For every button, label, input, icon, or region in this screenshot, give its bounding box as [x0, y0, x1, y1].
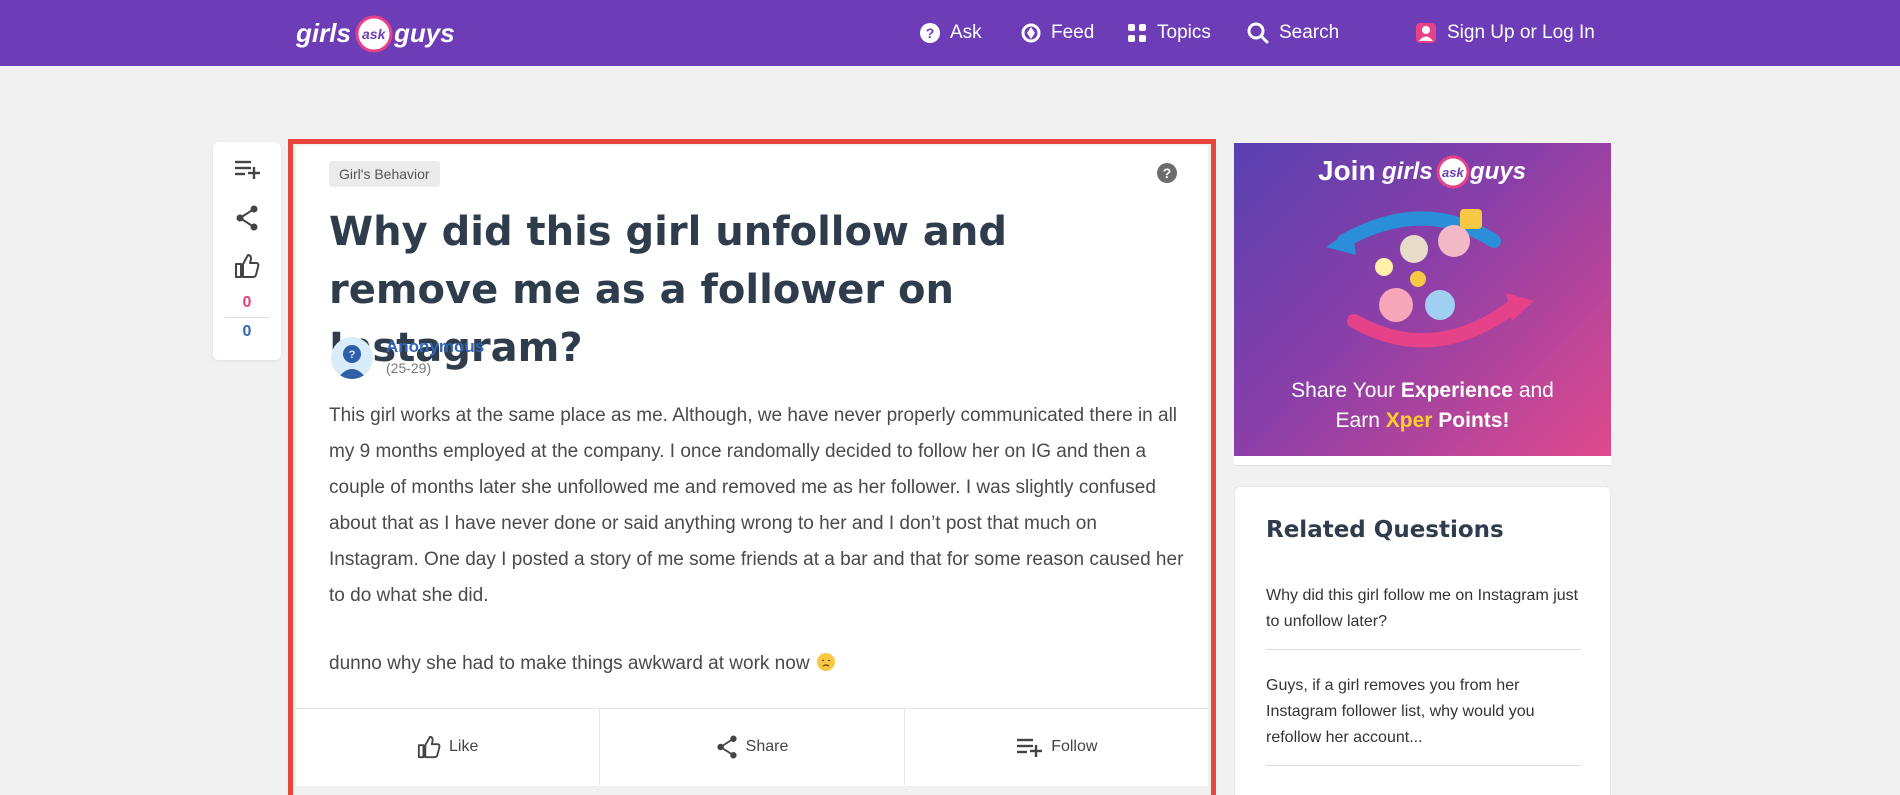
nav-ask[interactable]: ? Ask: [920, 0, 982, 66]
nav-topics-label: Topics: [1157, 22, 1211, 43]
share-button-label: Share: [745, 738, 789, 755]
thumbs-up-icon: [417, 735, 441, 759]
anonymous-avatar-icon: ?: [337, 345, 367, 379]
question-actions-bar: Like Share Follow: [296, 708, 1208, 785]
svg-text:ask: ask: [362, 26, 387, 42]
nav-search[interactable]: Search: [1247, 0, 1339, 66]
svg-text:?: ?: [926, 25, 935, 41]
promo-join-text: Join: [1318, 155, 1376, 186]
related-question-item[interactable]: Why did this girl follow me on Instagram…: [1266, 583, 1581, 635]
question-body-paragraph: This girl works at the same place as me.…: [329, 405, 1184, 606]
question-body-paragraph-2: dunno why she had to make things awkward…: [329, 646, 1184, 682]
follow-button[interactable]: Follow: [905, 709, 1208, 785]
divider: [1266, 649, 1581, 650]
community-illustration: [1326, 209, 1534, 348]
nav-topics[interactable]: Topics: [1127, 0, 1211, 66]
like-count: 0: [242, 294, 252, 311]
like-button[interactable]: Like: [296, 709, 601, 785]
user-icon: [1416, 23, 1436, 43]
divider: [1266, 765, 1581, 766]
add-to-list-icon: [1017, 738, 1043, 757]
author-name[interactable]: Anonymous: [386, 337, 484, 357]
promo-line-1: Share Your Experience and: [1291, 379, 1554, 402]
top-navigation-bar: girls ask guys ? Ask Feed Topics Search …: [0, 0, 1900, 66]
svg-text:girls: girls: [296, 18, 351, 48]
nav-search-label: Search: [1279, 22, 1340, 43]
count-divider: [225, 317, 269, 318]
follow-button-label: Follow: [1051, 738, 1098, 755]
topic-tag[interactable]: Girl's Behavior: [329, 161, 440, 187]
related-questions-heading: Related Questions: [1266, 517, 1504, 543]
share-icon: [717, 735, 737, 759]
nav-ask-label: Ask: [950, 22, 982, 43]
login-label: Sign Up or Log In: [1447, 22, 1595, 43]
promo-line-2: Earn Xper Points!: [1335, 409, 1510, 432]
add-to-list-icon[interactable]: [233, 155, 261, 183]
share-button[interactable]: Share: [600, 709, 905, 785]
like-button-label: Like: [448, 738, 479, 755]
search-icon: [1247, 22, 1269, 44]
svg-text:ask: ask: [1442, 165, 1464, 180]
svg-text:?: ?: [349, 349, 356, 361]
join-promo-banner[interactable]: Join girls ask guys Share Your Experienc…: [1234, 143, 1611, 456]
disappointed-face-icon: [816, 653, 835, 671]
promo-logo: girls ask guys: [1382, 155, 1526, 189]
svg-text:guys: guys: [1469, 158, 1526, 185]
like-icon[interactable]: [233, 252, 261, 280]
grid-icon: [1128, 24, 1146, 42]
avatar: ?: [331, 337, 373, 379]
question-action-sidebar: 0 0: [213, 142, 281, 360]
question-circle-icon: ?: [920, 23, 940, 43]
site-logo[interactable]: girls ask guys: [295, 12, 460, 56]
dislike-count: 0: [242, 323, 252, 340]
svg-text:girls: girls: [1382, 158, 1433, 185]
related-questions-panel: Related Questions Why did this girl foll…: [1234, 486, 1611, 795]
related-question-item[interactable]: Guys, if a girl removes you from her Ins…: [1266, 673, 1581, 751]
login-link[interactable]: Sign Up or Log In: [1415, 0, 1595, 66]
question-body-text-2: dunno why she had to make things awkward…: [329, 653, 810, 674]
share-icon[interactable]: [233, 204, 261, 232]
feed-icon: [1021, 23, 1041, 43]
question-body: This girl works at the same place as me.…: [329, 398, 1184, 682]
nav-feed-label: Feed: [1051, 22, 1095, 43]
help-icon[interactable]: ?: [1157, 163, 1177, 183]
nav-feed[interactable]: Feed: [1021, 0, 1094, 66]
author-age: (25-29): [386, 360, 432, 376]
svg-text:guys: guys: [393, 18, 455, 48]
promo-footer: [1234, 456, 1611, 466]
